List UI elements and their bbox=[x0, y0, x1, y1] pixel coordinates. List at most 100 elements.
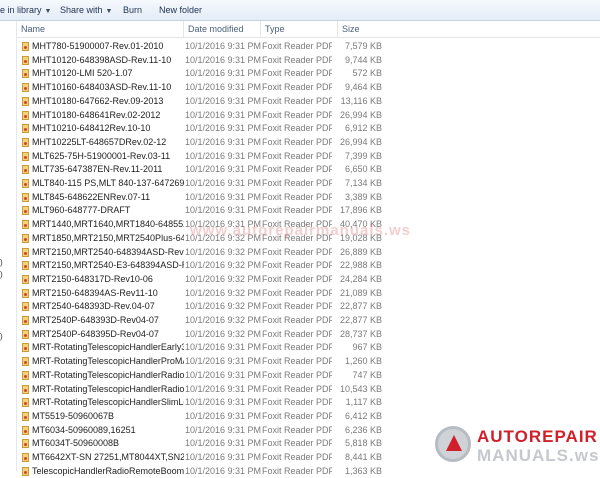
file-row[interactable]: MRT-RotatingTelescopicHandlerSlimLoa...1… bbox=[17, 396, 600, 410]
share-with-button[interactable]: Share with ▼ bbox=[60, 5, 112, 15]
include-in-library-button[interactable]: e in library ▼ bbox=[0, 5, 51, 15]
file-row[interactable]: MHT10180-647662-Rev.09-2013 10/1/2016 9:3… bbox=[17, 95, 600, 109]
pdf-file-icon bbox=[22, 110, 29, 120]
file-row[interactable]: MLT840-115 PS,MLT 840-137-647269-Rev...1… bbox=[17, 177, 600, 191]
column-header-size[interactable]: Size bbox=[337, 21, 384, 37]
file-date: 10/1/2016 9:31 PM bbox=[185, 150, 262, 161]
pdf-file-icon bbox=[22, 357, 29, 367]
pdf-file-icon bbox=[22, 96, 29, 106]
file-date: 10/1/2016 9:31 PM bbox=[185, 356, 262, 367]
file-row[interactable]: MHT10120-648398ASD-Rev.11-10 10/1/2016 9:… bbox=[17, 54, 600, 68]
file-type: Foxit Reader PDF ... bbox=[262, 164, 332, 175]
file-type: Foxit Reader PDF ... bbox=[262, 424, 332, 435]
pdf-file-icon bbox=[22, 274, 29, 284]
file-row[interactable]: MT5519-50960067B 10/1/2016 9:31 PM Foxit R… bbox=[17, 410, 600, 424]
file-row[interactable]: MRT-RotatingTelescopicHandlerProMAR...10… bbox=[17, 355, 600, 369]
nav-item-mark[interactable]: ) bbox=[0, 332, 3, 341]
pdf-file-icon bbox=[22, 137, 29, 147]
file-size: 9,464 KB bbox=[344, 82, 382, 93]
file-name: MRT2540P-648393D-Rev04-07 bbox=[32, 315, 159, 325]
file-row[interactable]: MRT2150,MRT2540-E3-648394ASD-Rev11...10/… bbox=[17, 259, 600, 273]
file-date: 10/1/2016 9:31 PM bbox=[185, 82, 262, 93]
navigation-pane[interactable]: ) ) ) bbox=[0, 21, 17, 471]
file-row[interactable]: MHT10225LT-648657DRev.02-12 10/1/2016 9:3… bbox=[17, 136, 600, 150]
pdf-file-icon bbox=[22, 466, 29, 476]
file-name: MHT10180-647662-Rev.09-2013 bbox=[32, 95, 164, 106]
file-date: 10/1/2016 9:31 PM bbox=[185, 342, 262, 353]
file-row[interactable]: MLT845-648622ENRev.07-11 10/1/2016 9:31 P… bbox=[17, 191, 600, 205]
file-type: Foxit Reader PDF ... bbox=[262, 328, 332, 339]
file-size: 22,877 KB bbox=[339, 315, 382, 325]
pdf-file-icon bbox=[22, 425, 29, 435]
file-row[interactable]: MRT-RotatingTelescopicHandlerEarly3B6 10/… bbox=[17, 341, 600, 355]
column-header-name[interactable]: Name bbox=[17, 21, 183, 37]
file-size: 6,650 KB bbox=[344, 164, 382, 175]
burn-button[interactable]: Burn bbox=[123, 5, 142, 15]
file-date: 10/1/2016 9:31 PM bbox=[185, 68, 262, 79]
file-row[interactable]: MHT10180-648641Rev.02-2012 10/1/2016 9:31… bbox=[17, 109, 600, 123]
file-size: 26,994 KB bbox=[339, 136, 382, 147]
file-name: MT6034-50960089,16251 bbox=[32, 424, 136, 435]
file-name: MHT10120-LMI 520-1.07 bbox=[32, 68, 133, 79]
nav-item-mark[interactable]: ) bbox=[0, 258, 3, 267]
file-date: 10/1/2016 9:31 PM bbox=[185, 424, 262, 435]
file-row[interactable]: MLT625-75H-51900001-Rev.03-11 10/1/2016 9… bbox=[17, 150, 600, 164]
file-row[interactable]: MRT2150-648394AS-Rev11-10 10/1/2016 9:32 … bbox=[17, 287, 600, 301]
pdf-file-icon bbox=[22, 453, 29, 462]
file-row[interactable]: MHT780-51900007-Rev.01-2010 10/1/2016 9:3… bbox=[17, 40, 600, 54]
pdf-file-icon bbox=[22, 55, 29, 65]
file-date: 10/1/2016 9:32 PM bbox=[185, 246, 262, 257]
pdf-file-icon bbox=[22, 343, 29, 353]
file-row[interactable]: MRT2150,MRT2540-648394ASD-Rev11-1010/1/2… bbox=[17, 246, 600, 260]
file-type: Foxit Reader PDF ... bbox=[262, 95, 332, 106]
new-folder-button[interactable]: New folder bbox=[159, 5, 202, 15]
pdf-file-icon bbox=[22, 261, 29, 271]
file-row[interactable]: MHT10120-LMI 520-1.07 10/1/2016 9:31 PM Fo… bbox=[17, 67, 600, 81]
file-type: Foxit Reader PDF ... bbox=[262, 109, 332, 120]
pdf-file-icon bbox=[22, 220, 29, 230]
file-row[interactable]: MHT10160-648403ASD-Rev.11-10 10/1/2016 9:… bbox=[17, 81, 600, 95]
file-size: 8,441 KB bbox=[344, 452, 382, 462]
pdf-file-icon bbox=[22, 165, 29, 175]
file-row[interactable]: MRT-RotatingTelescopicHandlerRadioC... 10… bbox=[17, 383, 600, 397]
file-type: Foxit Reader PDF ... bbox=[262, 273, 332, 284]
pdf-file-icon bbox=[22, 329, 29, 339]
file-size: 9,744 KB bbox=[344, 54, 382, 65]
file-name: MLT735-647387EN-Rev.11-2011 bbox=[32, 164, 163, 175]
file-type: Foxit Reader PDF ... bbox=[262, 438, 332, 449]
file-row[interactable]: MRT2540-648393D-Rev.04-07 10/1/2016 9:32 … bbox=[17, 300, 600, 314]
file-row[interactable]: MRT2540P-648395D-Rev04-07 10/1/2016 9:32 … bbox=[17, 328, 600, 342]
file-size: 13,116 KB bbox=[340, 95, 382, 106]
file-type: Foxit Reader PDF ... bbox=[262, 82, 332, 93]
file-size: 24,284 KB bbox=[339, 273, 382, 284]
file-row[interactable]: MRT2540P-648393D-Rev04-07 10/1/2016 9:32 … bbox=[17, 314, 600, 328]
file-size: 22,988 KB bbox=[339, 260, 382, 271]
file-name: TelescopicHandlerRadioRemoteBoomCo... bbox=[32, 465, 184, 476]
file-row[interactable]: MLT735-647387EN-Rev.11-2011 10/1/2016 9:3… bbox=[17, 163, 600, 177]
file-name: MHT10120-648398ASD-Rev.11-10 bbox=[32, 54, 172, 65]
nav-item-mark[interactable]: ) bbox=[0, 270, 3, 279]
column-header-type[interactable]: Type bbox=[260, 21, 337, 37]
column-header-date[interactable]: Date modified bbox=[183, 21, 260, 37]
file-row[interactable]: MLT960-648777-DRAFT 10/1/2016 9:31 PM Foxi… bbox=[17, 204, 600, 218]
logo-line1: AUTOREPAIR bbox=[477, 427, 598, 446]
file-type: Foxit Reader PDF ... bbox=[262, 465, 332, 476]
file-date: 10/1/2016 9:31 PM bbox=[185, 410, 262, 421]
file-name: MRT2150-648317D-Rev10-06 bbox=[32, 273, 153, 284]
file-row[interactable]: MRT-RotatingTelescopicHandlerRadioC... 10… bbox=[17, 369, 600, 383]
site-logo: AUTOREPAIR MANUALS.ws bbox=[433, 424, 598, 468]
file-name: MLT960-648777-DRAFT bbox=[32, 205, 131, 216]
file-date: 10/1/2016 9:31 PM bbox=[185, 164, 262, 175]
file-size: 572 KB bbox=[352, 68, 382, 79]
file-type: Foxit Reader PDF ... bbox=[262, 136, 332, 147]
file-type: Foxit Reader PDF ... bbox=[262, 315, 332, 325]
file-type: Foxit Reader PDF ... bbox=[262, 452, 332, 462]
pdf-file-icon bbox=[22, 411, 29, 421]
file-size: 7,134 KB bbox=[344, 178, 382, 188]
file-date: 10/1/2016 9:32 PM bbox=[185, 260, 262, 271]
pdf-file-icon bbox=[22, 439, 29, 449]
file-row[interactable]: MRT2150-648317D-Rev10-06 10/1/2016 9:32 P… bbox=[17, 273, 600, 287]
file-name: MT5519-50960067B bbox=[32, 410, 115, 421]
file-name: MHT10210-648412Rev.10-10 bbox=[32, 123, 151, 134]
file-row[interactable]: MHT10210-648412Rev.10-10 10/1/2016 9:31 P… bbox=[17, 122, 600, 136]
